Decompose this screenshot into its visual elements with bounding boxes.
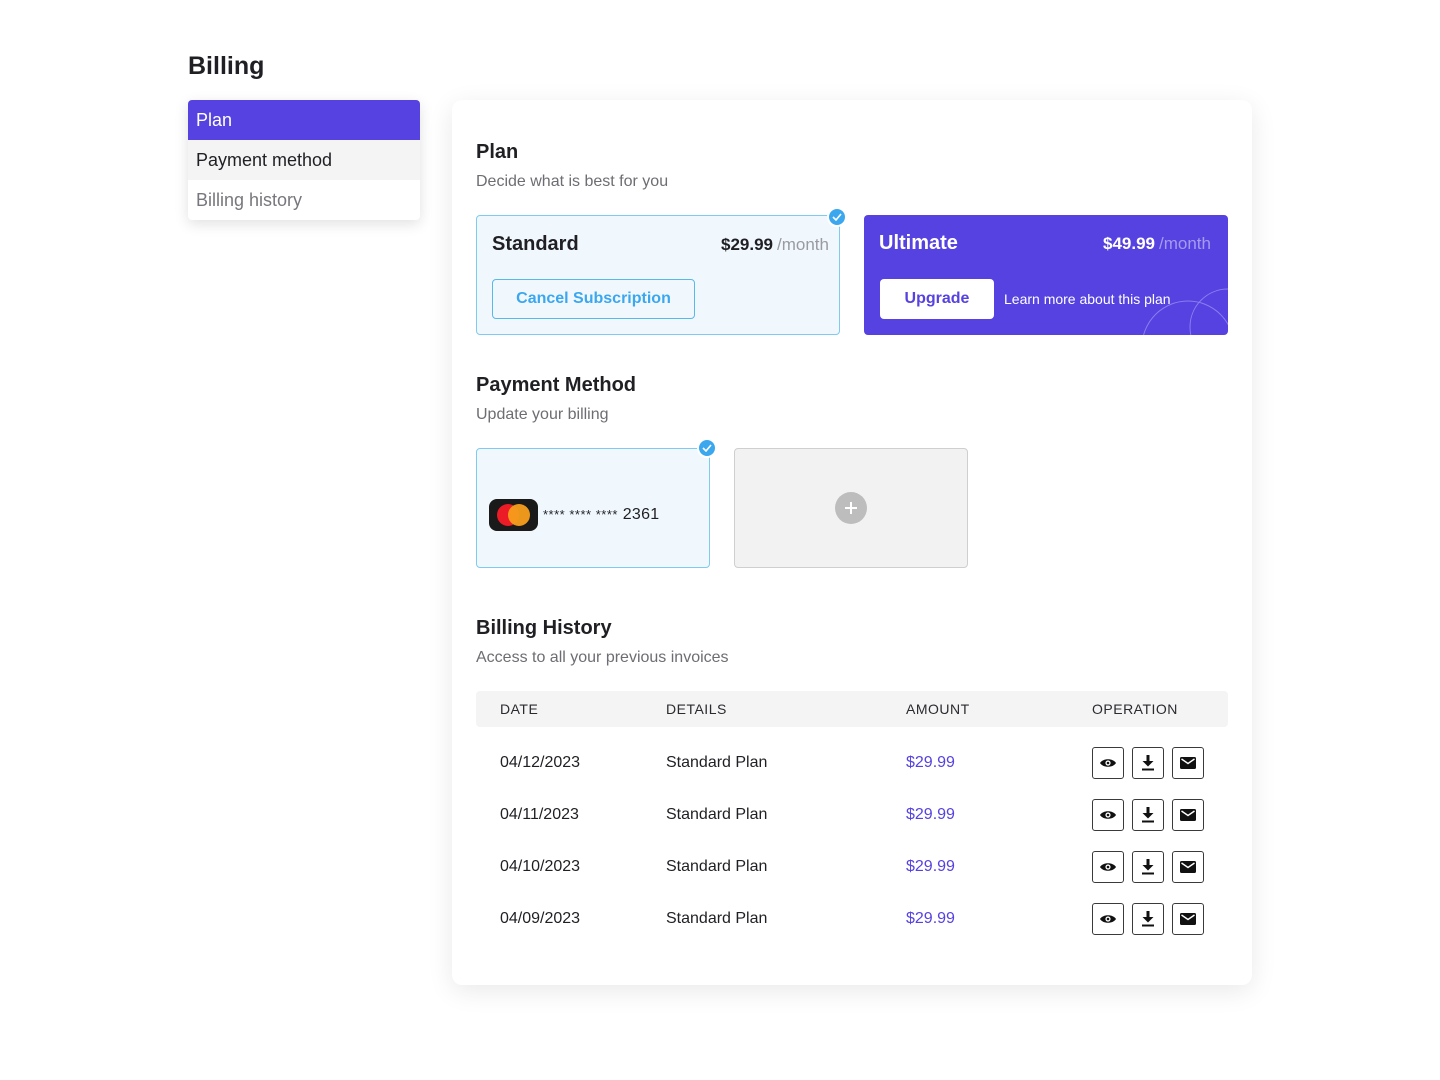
card-mask: **** **** **** xyxy=(543,507,618,522)
row-operations xyxy=(1092,747,1204,779)
view-invoice-button[interactable] xyxy=(1092,903,1124,935)
email-invoice-button[interactable] xyxy=(1172,799,1204,831)
column-date: DATE xyxy=(500,701,539,717)
eye-icon xyxy=(1100,863,1116,871)
check-icon xyxy=(697,438,717,458)
payment-section-subtitle: Update your billing xyxy=(476,406,609,423)
ultimate-plan-price: $49.99 xyxy=(1103,234,1156,253)
column-operation: OPERATION xyxy=(1092,701,1178,717)
eye-icon xyxy=(1100,811,1116,819)
download-icon xyxy=(1142,911,1154,927)
ultimate-plan-name: Ultimate xyxy=(879,232,958,254)
email-invoice-button[interactable] xyxy=(1172,851,1204,883)
plus-icon xyxy=(835,492,867,524)
sidebar-item-billing-history[interactable]: Billing history xyxy=(188,180,420,220)
billing-panel: Plan Decide what is best for you Standar… xyxy=(452,100,1252,985)
view-invoice-button[interactable] xyxy=(1092,851,1124,883)
download-invoice-button[interactable] xyxy=(1132,747,1164,779)
standard-plan-price: $29.99 xyxy=(721,235,774,254)
history-section-title: Billing History xyxy=(476,617,612,639)
ultimate-plan-period: /month xyxy=(1159,234,1211,253)
sidebar-item-payment-method[interactable]: Payment method xyxy=(188,140,420,180)
card-last4: 2361 xyxy=(622,506,660,523)
email-invoice-button[interactable] xyxy=(1172,747,1204,779)
mail-icon xyxy=(1180,809,1196,821)
row-details: Standard Plan xyxy=(666,910,768,927)
row-details: Standard Plan xyxy=(666,858,768,875)
row-details: Standard Plan xyxy=(666,806,768,823)
saved-card[interactable]: **** **** **** 2361 xyxy=(476,438,717,568)
decorative-circles-icon xyxy=(1143,288,1228,335)
card-number: **** **** **** 2361 xyxy=(543,506,659,524)
table-row: 04/09/2023 Standard Plan $29.99 xyxy=(476,893,1228,945)
history-section-subtitle: Access to all your previous invoices xyxy=(476,649,729,666)
eye-icon xyxy=(1100,915,1116,923)
column-details: DETAILS xyxy=(666,701,727,717)
plan-section-title: Plan xyxy=(476,141,519,163)
row-amount: $29.99 xyxy=(906,858,955,875)
view-invoice-button[interactable] xyxy=(1092,799,1124,831)
row-date: 04/12/2023 xyxy=(500,754,581,771)
billing-sidebar: Plan Payment method Billing history xyxy=(188,100,420,220)
row-date: 04/09/2023 xyxy=(500,910,581,927)
column-amount: AMOUNT xyxy=(906,701,970,717)
ultimate-plan-card[interactable]: Ultimate $49.99/month Upgrade Learn more… xyxy=(864,215,1228,335)
table-row: 04/12/2023 Standard Plan $29.99 xyxy=(476,737,1228,789)
download-icon xyxy=(1142,755,1154,771)
download-icon xyxy=(1142,859,1154,875)
row-details: Standard Plan xyxy=(666,754,768,771)
plan-section-subtitle: Decide what is best for you xyxy=(476,173,669,190)
page-title: Billing xyxy=(188,52,265,80)
eye-icon xyxy=(1100,759,1116,767)
download-icon xyxy=(1142,807,1154,823)
table-header: DATE DETAILS AMOUNT OPERATION xyxy=(476,691,1228,727)
standard-plan-name: Standard xyxy=(492,233,579,255)
email-invoice-button[interactable] xyxy=(1172,903,1204,935)
ultimate-plan-price-wrap: $49.99/month xyxy=(1103,234,1211,254)
check-icon xyxy=(827,207,847,227)
mastercard-icon xyxy=(489,499,538,531)
payment-section-title: Payment Method xyxy=(476,374,637,396)
mail-icon xyxy=(1180,913,1196,925)
mail-icon xyxy=(1180,757,1196,769)
table-row: 04/10/2023 Standard Plan $29.99 xyxy=(476,841,1228,893)
add-payment-method-button[interactable] xyxy=(734,448,968,568)
download-invoice-button[interactable] xyxy=(1132,903,1164,935)
row-date: 04/11/2023 xyxy=(500,806,579,823)
row-amount: $29.99 xyxy=(906,910,955,927)
upgrade-button[interactable]: Upgrade xyxy=(880,279,994,319)
standard-plan-price-wrap: $29.99/month xyxy=(721,235,829,255)
cancel-subscription-button[interactable]: Cancel Subscription xyxy=(492,279,695,319)
row-date: 04/10/2023 xyxy=(500,858,581,875)
row-amount: $29.99 xyxy=(906,806,955,823)
row-operations xyxy=(1092,903,1204,935)
row-operations xyxy=(1092,799,1204,831)
row-amount: $29.99 xyxy=(906,754,955,771)
download-invoice-button[interactable] xyxy=(1132,851,1164,883)
standard-plan-card[interactable]: Standard $29.99/month Cancel Subscriptio… xyxy=(476,207,847,335)
download-invoice-button[interactable] xyxy=(1132,799,1164,831)
view-invoice-button[interactable] xyxy=(1092,747,1124,779)
table-row: 04/11/2023 Standard Plan $29.99 xyxy=(476,789,1228,841)
row-operations xyxy=(1092,851,1204,883)
sidebar-item-plan[interactable]: Plan xyxy=(188,100,420,140)
mail-icon xyxy=(1180,861,1196,873)
standard-plan-period: /month xyxy=(777,235,829,254)
